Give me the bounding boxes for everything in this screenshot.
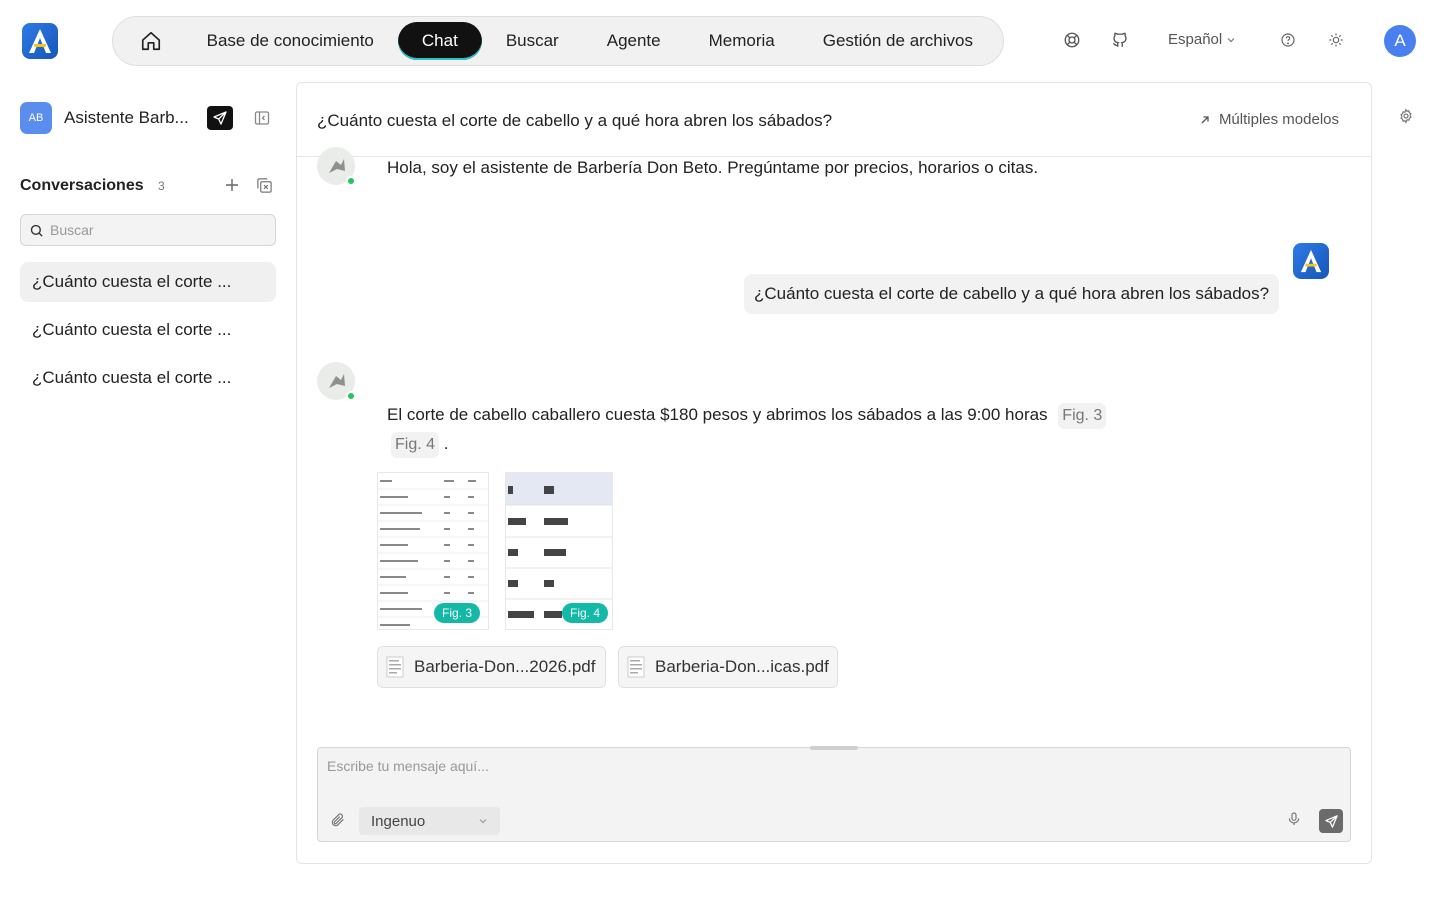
collapse-sidebar-button[interactable] bbox=[254, 110, 270, 126]
message-input[interactable] bbox=[327, 758, 1327, 798]
language-label: Español bbox=[1168, 31, 1223, 48]
app-logo[interactable] bbox=[22, 23, 58, 59]
user-message-avatar bbox=[1293, 243, 1329, 279]
conversation-item[interactable]: ¿Cuánto cuesta el corte ... bbox=[20, 310, 276, 350]
support-icon bbox=[1064, 32, 1080, 48]
fig-reference[interactable]: Fig. 3 bbox=[1058, 403, 1107, 429]
assistant-badge: AB bbox=[20, 102, 52, 134]
model-select[interactable]: Ingenuo bbox=[359, 807, 500, 835]
nav-memory[interactable]: Memoria bbox=[685, 22, 799, 60]
batch-delete-button[interactable] bbox=[256, 177, 274, 195]
nav-file-management[interactable]: Gestión de archivos bbox=[799, 22, 997, 60]
pdf-file-icon bbox=[627, 656, 645, 678]
conversation-item[interactable]: ¿Cuánto cuesta el corte ... bbox=[20, 262, 276, 302]
conversations-heading: Conversaciones bbox=[20, 177, 144, 194]
gear-icon bbox=[1400, 108, 1412, 124]
attach-button[interactable] bbox=[330, 812, 348, 830]
online-indicator bbox=[346, 176, 356, 186]
send-icon bbox=[1324, 814, 1338, 828]
online-indicator bbox=[346, 391, 356, 401]
answer-message: El corte de cabello caballero cuesta $18… bbox=[387, 400, 1147, 458]
support-button[interactable] bbox=[1062, 30, 1082, 50]
nav-search[interactable]: Buscar bbox=[482, 22, 583, 60]
multiple-models-label: Múltiples modelos bbox=[1218, 111, 1339, 128]
chat-title: ¿Cuánto cuesta el corte de cabello y a q… bbox=[317, 111, 833, 130]
message-composer: Ingenuo bbox=[317, 747, 1351, 842]
user-message-text: ¿Cuánto cuesta el corte de cabello y a q… bbox=[754, 284, 1270, 303]
nav-home[interactable] bbox=[119, 22, 183, 60]
logo-a-icon bbox=[29, 29, 51, 53]
conversation-search[interactable] bbox=[20, 214, 276, 246]
source-file-chip[interactable]: Barberia-Don...2026.pdf bbox=[377, 646, 606, 688]
user-message-bubble: ¿Cuánto cuesta el corte de cabello y a q… bbox=[744, 274, 1280, 314]
home-icon bbox=[141, 31, 160, 51]
assistant-name[interactable]: Asistente Barb... bbox=[64, 108, 189, 128]
multiple-models-button[interactable]: Múltiples modelos bbox=[1199, 111, 1339, 128]
figure-tag: Fig. 3 bbox=[434, 603, 481, 623]
nav-knowledge-base[interactable]: Base de conocimiento bbox=[183, 22, 398, 60]
pdf-file-icon bbox=[386, 656, 404, 678]
microphone-icon bbox=[1288, 812, 1300, 825]
figure-tag: Fig. 4 bbox=[562, 603, 609, 623]
paperclip-icon bbox=[331, 813, 344, 827]
github-icon bbox=[1112, 32, 1127, 47]
search-icon bbox=[30, 224, 43, 237]
plus-icon bbox=[226, 179, 238, 191]
source-file-chip[interactable]: Barberia-Don...icas.pdf bbox=[618, 646, 838, 688]
figure-thumbnail[interactable]: Fig. 3 bbox=[377, 472, 489, 630]
new-conversation-button[interactable] bbox=[223, 176, 241, 194]
composer-resize-handle[interactable] bbox=[810, 746, 858, 750]
search-input[interactable] bbox=[50, 222, 250, 238]
chat-header: ¿Cuánto cuesta el corte de cabello y a q… bbox=[297, 83, 1371, 157]
bot-avatar bbox=[317, 362, 356, 401]
sidebar-collapse-icon bbox=[254, 111, 270, 125]
fig-reference[interactable]: Fig. 4 bbox=[391, 432, 440, 458]
batch-delete-icon bbox=[257, 178, 272, 193]
figure-thumbnail[interactable]: Fig. 4 bbox=[505, 472, 613, 630]
nav-agent[interactable]: Agente bbox=[583, 22, 685, 60]
greeting-message: Hola, soy el asistente de Barbería Don B… bbox=[387, 158, 1039, 177]
chevron-down-icon bbox=[1227, 37, 1235, 42]
send-message-button[interactable] bbox=[1319, 809, 1343, 833]
theme-toggle[interactable] bbox=[1326, 30, 1346, 50]
help-button[interactable] bbox=[1278, 30, 1298, 50]
sun-icon bbox=[1329, 33, 1343, 47]
send-icon bbox=[213, 111, 227, 125]
conversation-item[interactable]: ¿Cuánto cuesta el corte ... bbox=[20, 358, 276, 398]
voice-input-button[interactable] bbox=[1286, 811, 1304, 829]
user-avatar[interactable]: A bbox=[1384, 25, 1416, 57]
nav-chat[interactable]: Chat bbox=[397, 22, 482, 60]
file-name: Barberia-Don...2026.pdf bbox=[414, 657, 596, 676]
language-selector[interactable]: Español bbox=[1168, 31, 1236, 48]
answer-text: El corte de cabello caballero cuesta $18… bbox=[387, 405, 1048, 424]
main-nav: Base de conocimiento Chat Buscar Agente … bbox=[112, 16, 1004, 66]
settings-button[interactable] bbox=[1398, 108, 1414, 124]
github-button[interactable] bbox=[1110, 30, 1130, 50]
logo-a-icon bbox=[1300, 249, 1322, 273]
file-name: Barberia-Don...icas.pdf bbox=[655, 657, 829, 676]
help-icon bbox=[1281, 33, 1295, 47]
model-select-value: Ingenuo bbox=[371, 812, 426, 830]
answer-end: . bbox=[443, 434, 449, 453]
chevron-down-icon bbox=[479, 819, 487, 824]
conversations-count: 3 bbox=[158, 179, 165, 193]
arrow-up-right-icon bbox=[1201, 115, 1209, 123]
share-assistant-button[interactable] bbox=[207, 106, 233, 130]
bot-avatar bbox=[317, 147, 356, 186]
